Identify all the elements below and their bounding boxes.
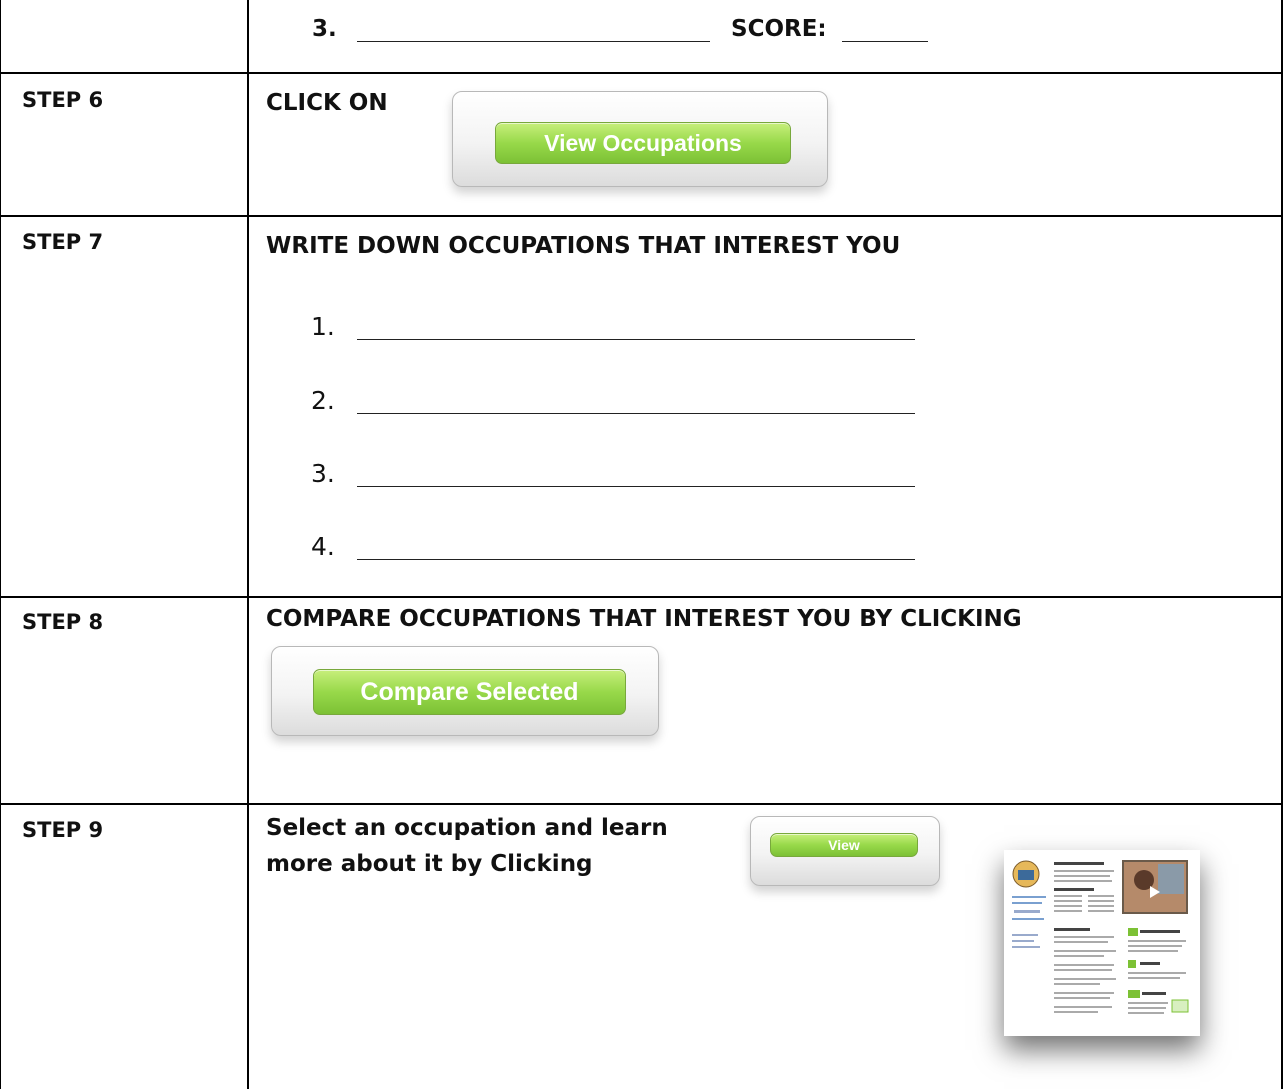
list-number: 1.: [311, 312, 335, 341]
step-label: STEP 6: [22, 88, 104, 112]
step-instruction-line1: Select an occupation and learn: [266, 815, 668, 841]
step-label: STEP 8: [22, 610, 104, 634]
answer-line: [357, 486, 915, 487]
list-number: 2.: [311, 386, 335, 415]
score-line: [842, 41, 928, 42]
row-divider: [0, 215, 1283, 217]
list-number: 3.: [311, 459, 335, 488]
question-number: 3.: [312, 16, 337, 42]
step-label: STEP 9: [22, 818, 104, 842]
step-instruction: COMPARE OCCUPATIONS THAT INTEREST YOU BY…: [266, 606, 1022, 632]
occupation-page-thumbnail: [1004, 850, 1200, 1036]
step-label: STEP 7: [22, 230, 104, 254]
row-divider: [0, 803, 1283, 805]
answer-line: [357, 559, 915, 560]
answer-line: [357, 413, 915, 414]
step-instruction: WRITE DOWN OCCUPATIONS THAT INTEREST YOU: [266, 233, 901, 259]
view-occupations-button[interactable]: View Occupations: [495, 122, 791, 164]
table-border-left: [0, 0, 1, 1089]
column-divider: [247, 0, 249, 1089]
row-divider: [0, 596, 1283, 598]
answer-line: [357, 339, 915, 340]
step-instruction-line2: more about it by Clicking: [266, 851, 593, 877]
view-button[interactable]: View: [770, 833, 918, 857]
score-label: SCORE:: [731, 16, 827, 42]
thumbnail-illustration: [1004, 850, 1200, 1036]
row-divider: [0, 72, 1283, 74]
step-instruction: CLICK ON: [266, 90, 388, 116]
compare-selected-button[interactable]: Compare Selected: [313, 669, 626, 715]
answer-line: [357, 41, 710, 42]
list-number: 4.: [311, 532, 335, 561]
